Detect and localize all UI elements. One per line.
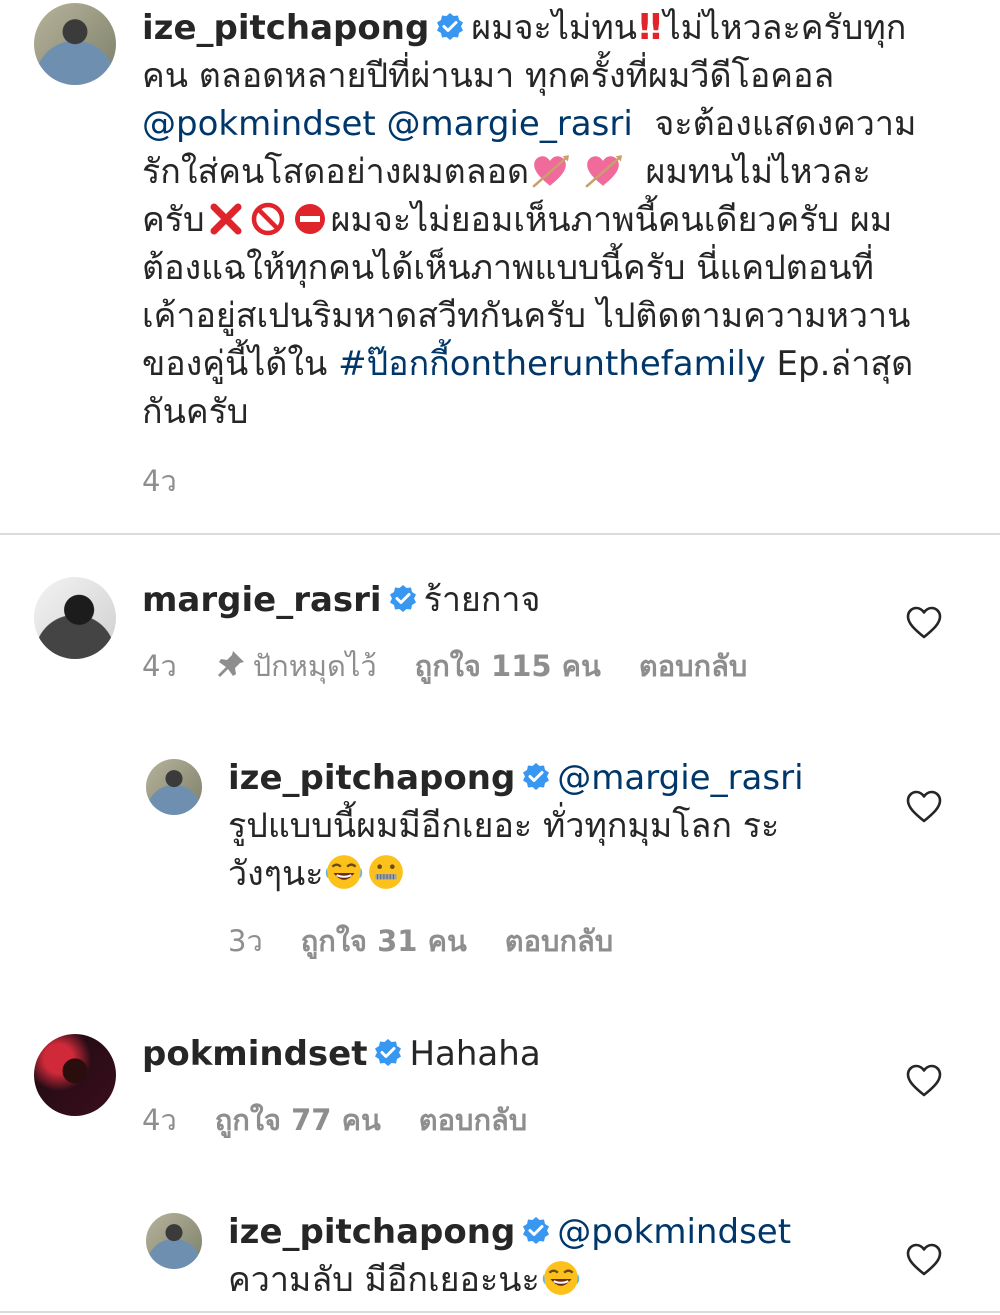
like-count[interactable]: ถูกใจ 115 คน bbox=[415, 649, 601, 683]
verified-badge-icon bbox=[435, 12, 465, 42]
comment-meta: 4ว ถูกใจ 77 คน ตอบกลับ bbox=[142, 1097, 565, 1143]
reply-meta: 3ว ถูกใจ 31 คน ตอบกลับ bbox=[228, 918, 651, 964]
post-caption: ize_pitchapong ผมจะไม่ทน‼ไม่ไหวละครับทุก … bbox=[142, 4, 962, 436]
reply-button[interactable]: ตอบกลับ bbox=[505, 924, 613, 958]
reply-ize-pok: ize_pitchapong @pokmindset ความลับ มีอีกเ… bbox=[228, 1212, 792, 1300]
reply-button[interactable]: ตอบกลับ bbox=[639, 649, 747, 683]
heart-arrow-emoji bbox=[531, 153, 570, 189]
comment-time: 3ว bbox=[228, 924, 263, 958]
comment-username[interactable]: margie_rasri bbox=[142, 580, 382, 620]
comment-time: 4ว bbox=[142, 1103, 177, 1137]
hashtag-link[interactable]: #ป๊อกกี้ontherunthefamily bbox=[338, 344, 766, 384]
verified-badge-icon bbox=[521, 1216, 551, 1246]
comment-pokmindset: pokmindset Hahaha bbox=[142, 1034, 541, 1074]
mention-pokmindset[interactable]: @pokmindset bbox=[142, 104, 376, 144]
tears-of-joy-emoji bbox=[541, 1259, 580, 1297]
avatar-pokmindset[interactable] bbox=[34, 1034, 116, 1116]
verified-badge-icon bbox=[521, 762, 551, 792]
comment-meta: 4ว ปักหมุดไว้ ถูกใจ 115 คน ตอบกลับ bbox=[142, 643, 785, 689]
post-timestamp: 4ว bbox=[142, 464, 177, 498]
caption-divider bbox=[0, 533, 1000, 535]
reply-ize-margie: ize_pitchapong @margie_rasri รูปแบบนี้ผมม… bbox=[228, 758, 804, 894]
verified-badge-icon bbox=[373, 1038, 403, 1068]
avatar-ize-pitchapong[interactable] bbox=[34, 3, 116, 85]
verified-badge-icon bbox=[388, 584, 418, 614]
pinned-label: ปักหมุดไว้ bbox=[215, 649, 377, 683]
reply-button[interactable]: ตอบกลับ bbox=[419, 1103, 527, 1137]
avatar-ize-pitchapong[interactable] bbox=[146, 759, 202, 815]
like-count[interactable]: ถูกใจ 31 คน bbox=[301, 924, 467, 958]
like-count[interactable]: ถูกใจ 77 คน bbox=[215, 1103, 381, 1137]
double-exclamation-emoji: ‼ bbox=[638, 7, 662, 48]
mention-margie-rasri[interactable]: @margie_rasri bbox=[557, 758, 803, 798]
avatar-margie-rasri[interactable] bbox=[34, 577, 116, 659]
tears-of-joy-emoji bbox=[325, 853, 364, 891]
pin-icon bbox=[217, 651, 244, 677]
mention-margie-rasri[interactable]: @margie_rasri bbox=[387, 104, 633, 144]
heart-arrow-emoji bbox=[584, 153, 622, 189]
heart-outline-icon[interactable] bbox=[906, 790, 942, 824]
prohibited-emoji bbox=[251, 202, 284, 236]
heart-outline-icon[interactable] bbox=[906, 1064, 942, 1098]
heart-outline-icon[interactable] bbox=[906, 1243, 942, 1277]
comment-margie-rasri: margie_rasri ร้ายกาจ bbox=[142, 580, 541, 620]
comment-time: 4ว bbox=[142, 649, 177, 683]
heart-outline-icon[interactable] bbox=[906, 606, 942, 640]
zipper-mouth-emoji bbox=[369, 854, 404, 890]
post-username[interactable]: ize_pitchapong bbox=[142, 8, 429, 48]
no-entry-emoji bbox=[294, 204, 325, 234]
avatar-ize-pitchapong[interactable] bbox=[146, 1213, 202, 1269]
cross-mark-emoji bbox=[210, 203, 242, 235]
bottom-divider bbox=[0, 1311, 1000, 1313]
mention-pokmindset[interactable]: @pokmindset bbox=[557, 1212, 791, 1252]
